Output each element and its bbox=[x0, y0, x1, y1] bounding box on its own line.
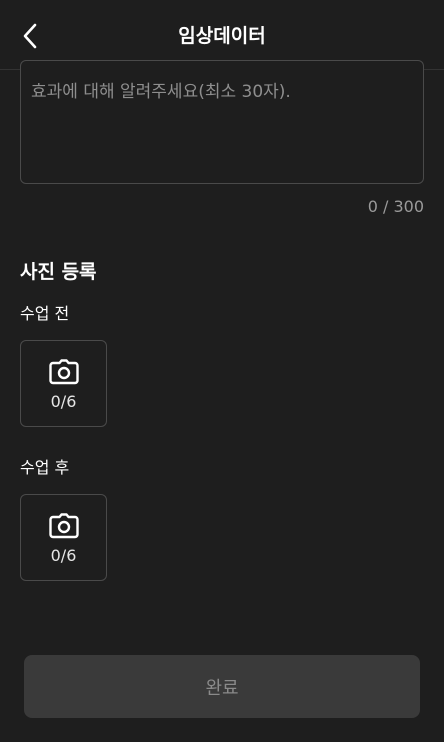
camera-icon bbox=[49, 359, 79, 385]
photo-section-title: 사진 등록 bbox=[20, 261, 97, 283]
description-textarea[interactable]: 효과에 대해 알려주세요(최소 30자). bbox=[20, 60, 424, 184]
camera-icon bbox=[49, 513, 79, 539]
before-photo-upload-button[interactable]: 0/6 bbox=[20, 340, 107, 427]
after-class-label: 수업 후 bbox=[20, 458, 70, 477]
after-photo-upload-button[interactable]: 0/6 bbox=[20, 494, 107, 581]
page-title: 임상데이터 bbox=[178, 25, 266, 47]
description-placeholder: 효과에 대해 알려주세요(최소 30자). bbox=[31, 82, 291, 102]
after-photo-count: 0/6 bbox=[50, 546, 77, 565]
character-counter: 0 / 300 bbox=[367, 197, 424, 216]
before-photo-count: 0/6 bbox=[50, 392, 77, 411]
done-button[interactable]: 완료 bbox=[24, 655, 420, 718]
before-class-label: 수업 전 bbox=[20, 304, 70, 323]
